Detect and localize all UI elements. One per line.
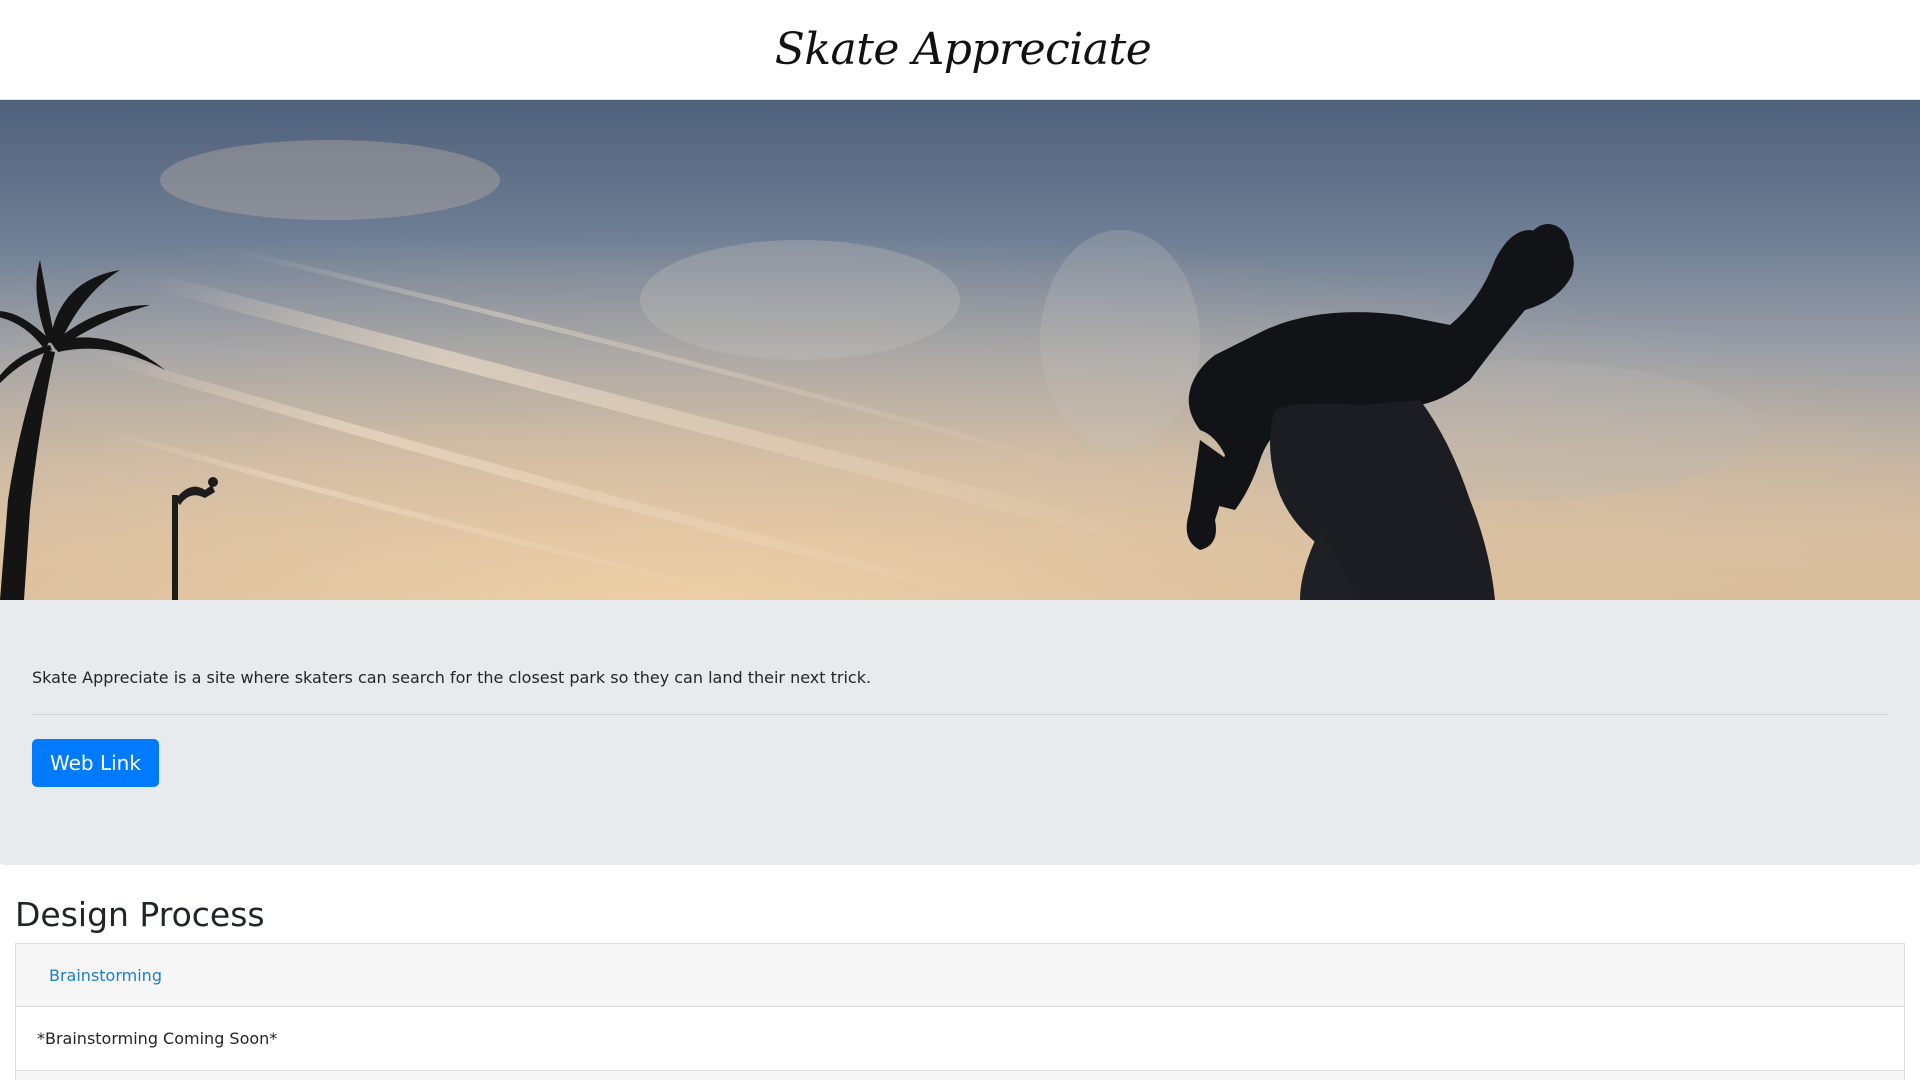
hero-banner [0,100,1920,600]
intro-description: Skate Appreciate is a site where skaters… [32,668,872,687]
site-title: Skate Appreciate [774,24,1152,75]
web-link-button[interactable]: Web Link [32,739,159,787]
skater-silhouette-sunset-image [0,100,1920,600]
brainstorming-toggle-link[interactable]: Brainstorming [49,966,162,985]
design-process-heading: Design Process [15,895,265,934]
divider [32,714,1888,715]
next-accordion-card-header[interactable] [16,1071,1904,1080]
accordion-card-brainstorming: Brainstorming *Brainstorming Coming Soon… [15,943,1905,1080]
accordion-header-brainstorming[interactable]: Brainstorming [16,944,1904,1007]
design-process-section: Design Process Brainstorming *Brainstorm… [0,895,1920,1080]
accordion-body-brainstorming: *Brainstorming Coming Soon* [16,1007,1904,1071]
site-header: Skate Appreciate [0,0,1920,100]
intro-jumbotron: Skate Appreciate is a site where skaters… [0,600,1920,865]
